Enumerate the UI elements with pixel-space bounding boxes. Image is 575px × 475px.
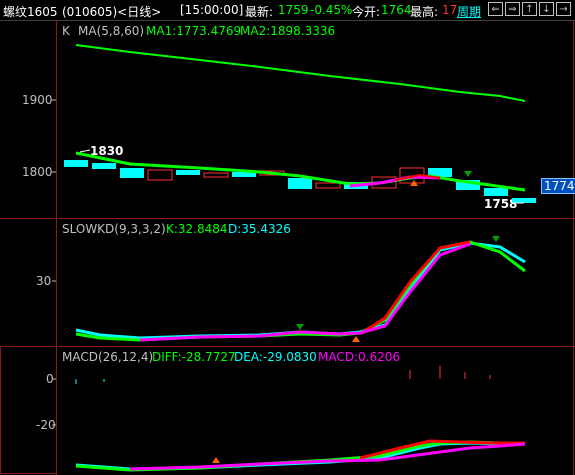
- chart-canvas: [52, 44, 536, 472]
- candle: [484, 188, 508, 196]
- candle: [203, 172, 229, 178]
- candle: [315, 182, 341, 189]
- high-arrow: [79, 149, 91, 153]
- macd-buy-icon: [212, 457, 220, 463]
- candle: [64, 160, 88, 167]
- macd-magenta-line: [129, 442, 526, 471]
- macd-histogram: [409, 366, 491, 379]
- kd-sell2-icon: [492, 236, 500, 242]
- candle: [288, 178, 312, 189]
- sell-arrow-icon: [464, 171, 472, 177]
- kd-magenta-line: [139, 242, 471, 342]
- ma2-line: [75, 44, 526, 102]
- candle: [120, 168, 144, 178]
- kd-d-line: [75, 241, 526, 340]
- kd-buy-icon: [352, 336, 360, 342]
- macd-dea-line: [75, 441, 525, 471]
- kd-sell-icon: [296, 324, 304, 330]
- ma-short-line: [349, 175, 441, 188]
- macd-diff-line: [75, 440, 525, 472]
- candle: [512, 198, 536, 203]
- candle: [147, 169, 173, 181]
- candle: [92, 163, 116, 169]
- candle: [176, 170, 200, 175]
